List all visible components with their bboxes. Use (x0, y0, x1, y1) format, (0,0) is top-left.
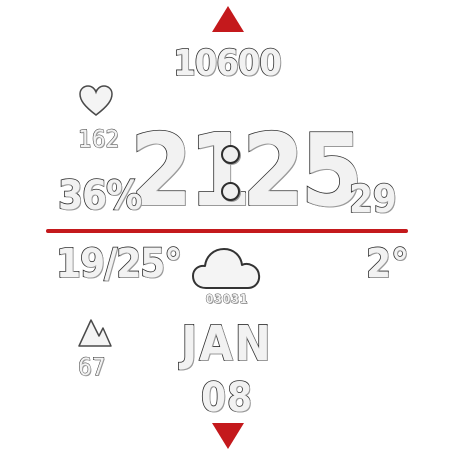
cloud-icon (192, 248, 261, 289)
up-arrow-icon[interactable] (212, 6, 244, 32)
date-day: 08 (200, 375, 254, 421)
battery-percent: 36% (57, 173, 143, 219)
step-count: 10600 (172, 43, 282, 84)
down-arrow-icon[interactable] (212, 423, 244, 449)
secondary-temperature: 2° (365, 241, 410, 287)
weather-condition-code: 03031 (205, 292, 249, 306)
temperature-range: 19/25° (55, 241, 183, 287)
date-month: JAN (180, 316, 273, 372)
time-hours: 21 (129, 112, 252, 229)
time-minutes: 25 (241, 112, 364, 229)
heart-icon (79, 85, 113, 116)
divider-line (46, 229, 408, 233)
heart-rate-value: 162 (77, 125, 120, 153)
right-complication-value: 29 (348, 177, 397, 221)
time-colon-top (221, 145, 240, 164)
time-colon-bottom (221, 182, 240, 201)
